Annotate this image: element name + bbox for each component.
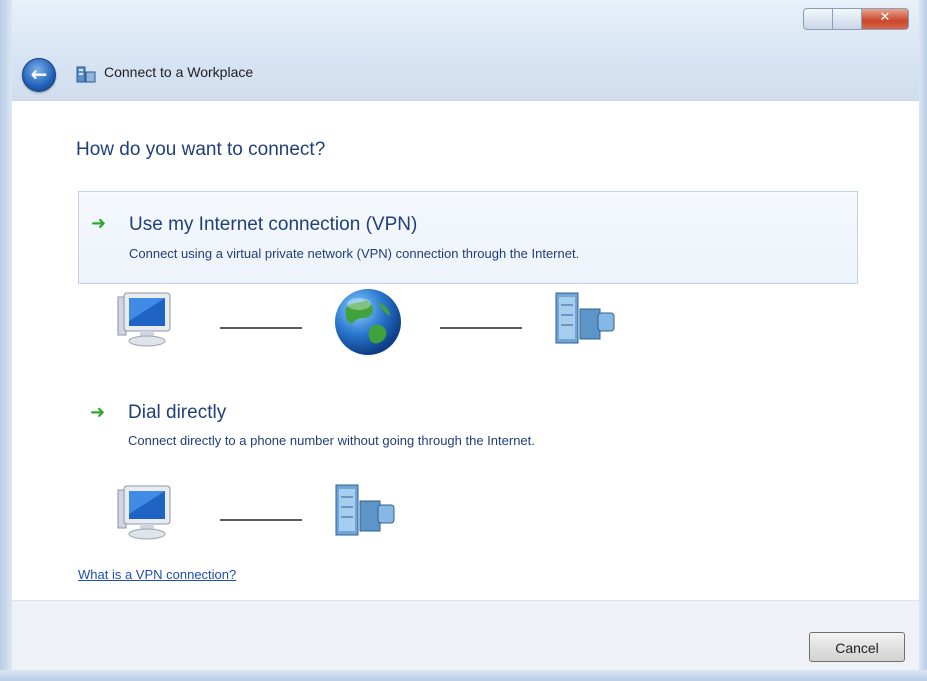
- minimize-button[interactable]: [803, 8, 833, 30]
- back-arrow-icon: ←: [30, 62, 48, 86]
- option-dial-title: Dial directly: [128, 402, 227, 423]
- cancel-button[interactable]: Cancel: [809, 632, 905, 662]
- connection-line: [220, 519, 302, 521]
- dial-diagram: [12, 479, 927, 559]
- maximize-button[interactable]: [833, 8, 862, 30]
- dialog-window: ← Connect to a Workplace How do you want…: [0, 0, 927, 681]
- workplace-server-icon: [555, 292, 615, 344]
- option-dial[interactable]: ➜ Dial directly Connect directly to a ph…: [78, 391, 858, 461]
- connection-line: [440, 327, 522, 329]
- option-vpn[interactable]: ➜ Use my Internet connection (VPN) Conne…: [78, 191, 858, 284]
- close-button[interactable]: [862, 8, 909, 30]
- computer-icon: [117, 485, 171, 540]
- green-arrow-icon: ➜: [90, 402, 106, 423]
- workplace-server-icon: [335, 484, 395, 536]
- vpn-diagram: [12, 286, 927, 366]
- content-area: How do you want to connect? ➜ Use my Int…: [12, 100, 919, 601]
- vpn-help-link[interactable]: What is a VPN connection?: [78, 567, 236, 582]
- workplace-icon: [76, 66, 96, 83]
- dialog-footer: Cancel: [12, 600, 919, 671]
- option-dial-description: Connect directly to a phone number witho…: [128, 433, 535, 448]
- window-frame-left: [0, 0, 12, 681]
- window-title: Connect to a Workplace: [104, 64, 254, 80]
- connection-line: [220, 327, 302, 329]
- page-heading: How do you want to connect?: [76, 139, 326, 160]
- computer-icon: [117, 292, 171, 347]
- window-frame-bottom: [0, 670, 927, 681]
- internet-globe-icon: [335, 289, 401, 355]
- option-vpn-description: Connect using a virtual private network …: [129, 246, 580, 261]
- caption-buttons: [803, 8, 909, 30]
- option-vpn-title: Use my Internet connection (VPN): [129, 214, 418, 235]
- back-button[interactable]: ←: [22, 58, 56, 92]
- title-bar: [12, 0, 919, 100]
- green-arrow-icon: ➜: [91, 213, 107, 234]
